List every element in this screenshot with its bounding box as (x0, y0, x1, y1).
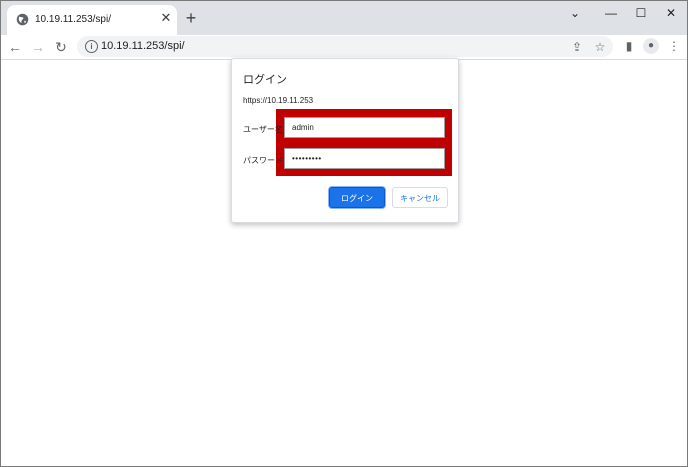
password-field[interactable]: ••••••••• (284, 148, 445, 169)
tab-strip: 10.19.11.253/spi/ ✕ + ⌄ — ☐ ✕ (1, 1, 687, 35)
url-text[interactable]: 10.19.11.253/spi/ (101, 40, 185, 52)
dialog-origin: https://10.19.11.253 (243, 96, 314, 105)
tab-close-icon[interactable]: ✕ (159, 11, 173, 25)
cancel-button[interactable]: キャンセル (392, 187, 448, 208)
tab-title: 10.19.11.253/spi/ (35, 14, 111, 25)
new-tab-button[interactable]: + (183, 9, 199, 27)
tab-active[interactable]: 10.19.11.253/spi/ ✕ (7, 5, 177, 35)
reload-button[interactable]: ↻ (52, 38, 70, 56)
toolbar: ← → ↻ i 10.19.11.253/spi/ ⇪ ☆ ▮ ● ⋮ (1, 35, 687, 60)
forward-button[interactable]: → (29, 38, 47, 56)
info-icon[interactable]: i (85, 40, 98, 53)
password-label: パスワード (243, 156, 283, 165)
tab-search-icon[interactable]: ⌄ (567, 5, 583, 21)
close-window-button[interactable]: ✕ (663, 5, 679, 21)
username-label: ユーザー名 (243, 125, 283, 134)
login-dialog: ログイン https://10.19.11.253 ユーザー名 admin パス… (231, 58, 459, 223)
minimize-button[interactable]: — (603, 5, 619, 21)
share-icon[interactable]: ⇪ (569, 39, 585, 55)
maximize-button[interactable]: ☐ (633, 5, 649, 21)
address-bar[interactable]: i 10.19.11.253/spi/ ⇪ ☆ (77, 36, 613, 57)
side-panel-icon[interactable]: ▮ (621, 38, 637, 54)
back-button[interactable]: ← (6, 38, 24, 56)
browser-window: 10.19.11.253/spi/ ✕ + ⌄ — ☐ ✕ ← → ↻ i 10… (0, 0, 688, 467)
profile-avatar-icon[interactable]: ● (643, 38, 659, 54)
bookmark-star-icon[interactable]: ☆ (592, 39, 608, 55)
globe-icon (16, 13, 29, 26)
menu-kebab-icon[interactable]: ⋮ (666, 38, 682, 54)
username-field[interactable]: admin (284, 117, 445, 138)
dialog-title: ログイン (243, 74, 287, 86)
login-button[interactable]: ログイン (329, 187, 385, 208)
